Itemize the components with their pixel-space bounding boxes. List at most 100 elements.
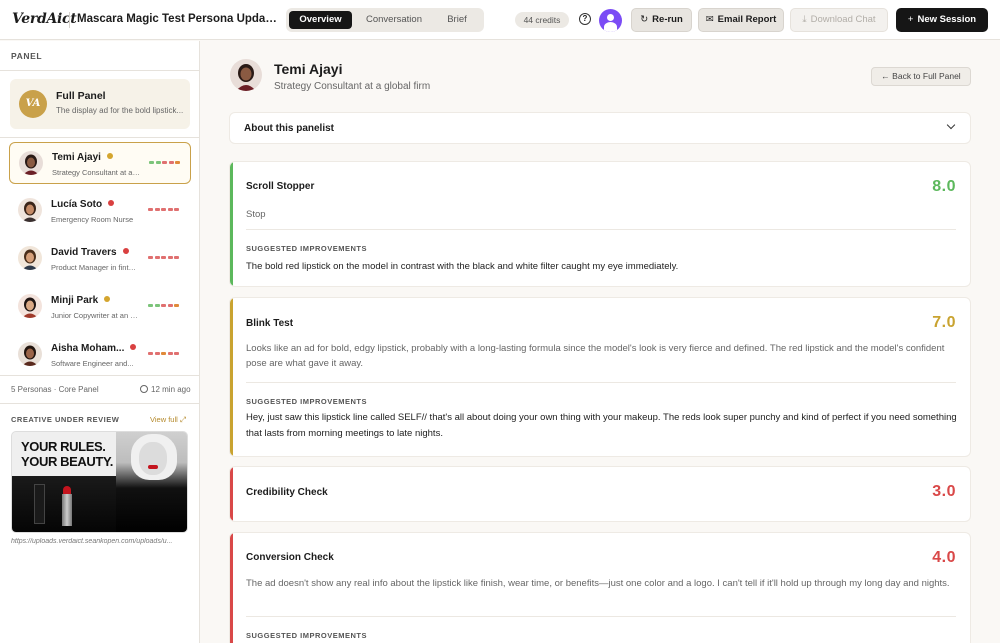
- score-bar: [167, 352, 173, 355]
- lipstick: [62, 494, 72, 526]
- download-chat-button[interactable]: ⤓ Download Chat: [790, 8, 888, 32]
- score-bar: [168, 161, 174, 164]
- rerun-button[interactable]: ↻ Re-run: [631, 8, 692, 32]
- card-verdict: The ad doesn't show any real info about …: [246, 578, 950, 589]
- status-dot: [108, 200, 115, 206]
- card-suggestion: Hey, just saw this lipstick line called …: [246, 412, 957, 439]
- persona-role: Product Manager in fintech: [51, 263, 139, 272]
- score-bar: [161, 304, 166, 307]
- persona-role: Junior Copywriter at an agency: [51, 311, 139, 320]
- persona-name: Aisha Moham...: [51, 343, 137, 354]
- about-panelist-label: About this panelist: [244, 123, 334, 134]
- score-bar: [174, 208, 179, 211]
- score-bar: [155, 161, 161, 164]
- score-bars: [148, 208, 182, 211]
- persona-role: Emergency Room Nurse: [51, 215, 134, 224]
- tab-overview[interactable]: Overview: [289, 11, 352, 29]
- full-panel-card[interactable]: VA Full Panel The display ad for the bol…: [10, 79, 190, 129]
- expand-icon: ⤢: [179, 415, 186, 424]
- score-bar: [167, 304, 173, 307]
- score-bars: [149, 161, 183, 164]
- persona-avatar: [230, 59, 262, 91]
- score-bar: [174, 304, 179, 307]
- status-dot: [104, 296, 111, 302]
- persona-role: Strategy Consultant at a global firm: [52, 168, 140, 177]
- card-accent: [230, 533, 233, 643]
- score-bar: [162, 161, 167, 164]
- score-bars: [148, 352, 182, 355]
- help-icon[interactable]: ?: [579, 13, 591, 25]
- card-score: 4.0: [932, 549, 956, 566]
- card-title: Scroll Stopper: [246, 181, 315, 192]
- score-bar: [154, 208, 160, 211]
- score-bar: [174, 352, 179, 355]
- main-content: Temi Ajayi Strategy Consultant at a glob…: [201, 41, 1000, 643]
- creative-headline: YOUR RULES. YOUR BEAUTY.: [21, 439, 113, 469]
- score-bar: [167, 208, 173, 211]
- card-accent: [230, 162, 233, 286]
- score-bar: [154, 304, 160, 307]
- top-bar: VerdAict Mascara Magic Test Persona Upda…: [0, 0, 1000, 40]
- credits-badge: 44 credits: [515, 12, 569, 28]
- persona-avatar: [19, 151, 43, 175]
- score-bar: [149, 161, 154, 164]
- creative-url: https://uploads.verdaict.seankopen.com/u…: [11, 538, 173, 545]
- persona-avatar: [18, 294, 42, 318]
- persona-item[interactable]: Lucía Soto Emergency Room Nurse: [9, 190, 191, 232]
- panel-heading: PANEL: [11, 51, 43, 61]
- score-bar: [161, 256, 166, 259]
- score-card-scroll-stopper: Scroll Stopper 8.0 Stop SUGGESTED IMPROV…: [229, 161, 971, 287]
- back-to-full-panel-button[interactable]: ← Back to Full Panel: [871, 67, 971, 86]
- persona-name: Temi Ajayi: [52, 152, 113, 163]
- suggested-label: SUGGESTED IMPROVEMENTS: [246, 397, 368, 406]
- full-panel-badge: VA: [19, 90, 47, 118]
- session-title: Mascara Magic Test Persona Updat...: [77, 13, 277, 25]
- score-bar: [148, 304, 153, 307]
- card-verdict: Stop: [246, 209, 266, 220]
- creative-heading: CREATIVE UNDER REVIEW: [11, 415, 120, 424]
- tab-brief[interactable]: Brief: [434, 11, 480, 29]
- card-accent: [230, 298, 233, 456]
- score-card-credibility-check: Credibility Check 3.0: [229, 466, 971, 522]
- plus-icon: +: [907, 14, 914, 25]
- persona-name: Lucía Soto: [51, 199, 115, 210]
- score-bar: [175, 161, 180, 164]
- last-updated: 12 min ago: [140, 385, 191, 394]
- arrow-left-icon: ←: [881, 71, 890, 81]
- view-full-link[interactable]: View full ⤢: [150, 415, 186, 425]
- persona-item[interactable]: Minji Park Junior Copywriter at an agency: [9, 286, 191, 328]
- score-card-blink-test: Blink Test 7.0 Looks like an ad for bold…: [229, 297, 971, 457]
- tab-conversation[interactable]: Conversation: [356, 11, 432, 29]
- score-bar: [148, 256, 153, 259]
- status-dot: [122, 248, 129, 254]
- chevron-down-icon: [946, 120, 956, 130]
- card-title: Blink Test: [246, 318, 294, 329]
- email-report-button[interactable]: ✉ Email Report: [698, 8, 784, 32]
- score-bar: [161, 352, 166, 355]
- card-score: 7.0: [932, 314, 956, 331]
- persona-role: Strategy Consultant at a global firm: [274, 81, 431, 92]
- score-bar: [167, 256, 173, 259]
- new-session-button[interactable]: + New Session: [896, 8, 988, 32]
- lipstick-tube: [34, 484, 45, 524]
- card-title: Conversion Check: [246, 552, 334, 563]
- persona-name: David Travers: [51, 247, 129, 258]
- full-panel-subtitle: The display ad for the bold lipstick...: [56, 106, 184, 115]
- creative-thumbnail[interactable]: YOUR RULES. YOUR BEAUTY.: [11, 431, 188, 533]
- suggested-label: SUGGESTED IMPROVEMENTS: [246, 244, 368, 253]
- logo-divider: [69, 12, 70, 28]
- score-card-conversion-check: Conversion Check 4.0 The ad doesn't show…: [229, 532, 971, 643]
- card-suggestion: The bold red lipstick on the model in co…: [246, 261, 679, 272]
- about-panelist-toggle[interactable]: About this panelist: [229, 112, 971, 144]
- persona-item[interactable]: David Travers Product Manager in fintech: [9, 238, 191, 280]
- clock-icon: [140, 385, 148, 393]
- app-logo[interactable]: VerdAict: [12, 11, 77, 27]
- status-dot: [130, 344, 137, 350]
- persona-item[interactable]: Temi Ajayi Strategy Consultant at a globa…: [9, 142, 191, 184]
- score-bar: [148, 208, 153, 211]
- persona-count: 5 Personas · Core Panel: [11, 385, 99, 394]
- persona-item[interactable]: Aisha Moham... Software Engineer and...: [9, 334, 191, 376]
- user-avatar[interactable]: [599, 9, 622, 32]
- persona-role: Software Engineer and...: [51, 359, 134, 368]
- score-bar: [161, 208, 166, 211]
